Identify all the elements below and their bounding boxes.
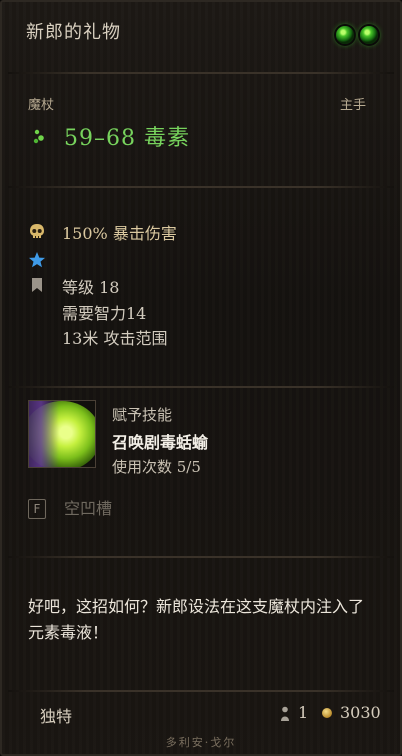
range-stat: 13米 攻击范围 (62, 329, 168, 348)
equip-slot: 主手 (339, 98, 366, 113)
owner-name: 多利安·戈尔 (165, 736, 237, 749)
stack-count: 1 (298, 703, 309, 722)
granted-skill-name: 召唤剧毒蛞蝓 (112, 433, 209, 452)
skill-icon[interactable] (28, 400, 96, 468)
item-title: 新郎的礼物 (26, 22, 121, 43)
divider (8, 690, 394, 692)
bookmark-icon (28, 276, 46, 294)
empty-slot-label: 空凹槽 (64, 499, 113, 518)
divider (8, 556, 394, 558)
crit-damage-stat: 150% 暴击伤害 (62, 224, 177, 243)
skill-uses: 使用次数 5/5 (112, 458, 201, 476)
rune-sockets (336, 26, 378, 44)
requirement-stat: 需要智力14 (62, 304, 147, 323)
skull-icon (28, 223, 46, 241)
divider (8, 386, 394, 388)
divider (8, 186, 394, 188)
flavor-text: 好吧，这招如何？新郎设法在这支魔杖内注入了元素毒液！ (28, 597, 365, 642)
poison-damage-icon (33, 129, 44, 144)
person-icon (281, 706, 289, 721)
weapon-damage: 59–68 毒素 (64, 126, 190, 151)
gold-coin-icon (322, 708, 332, 718)
empty-slot-icon: F (28, 499, 46, 519)
weapon-type: 魔杖 (28, 98, 55, 113)
rarity-label: 独特 (40, 707, 73, 726)
star-icon (28, 251, 46, 269)
divider (8, 72, 394, 74)
level-stat: 等级 18 (62, 278, 120, 297)
granted-skill-label: 赋予技能 (112, 406, 173, 424)
rune-socket-icon (360, 26, 378, 44)
item-tooltip: 新郎的礼物 魔杖 主手 59–68 毒素 150% 暴击伤害 等级 18 需要智… (0, 0, 402, 756)
item-value: 3030 (340, 703, 381, 722)
rune-socket-icon (336, 26, 354, 44)
